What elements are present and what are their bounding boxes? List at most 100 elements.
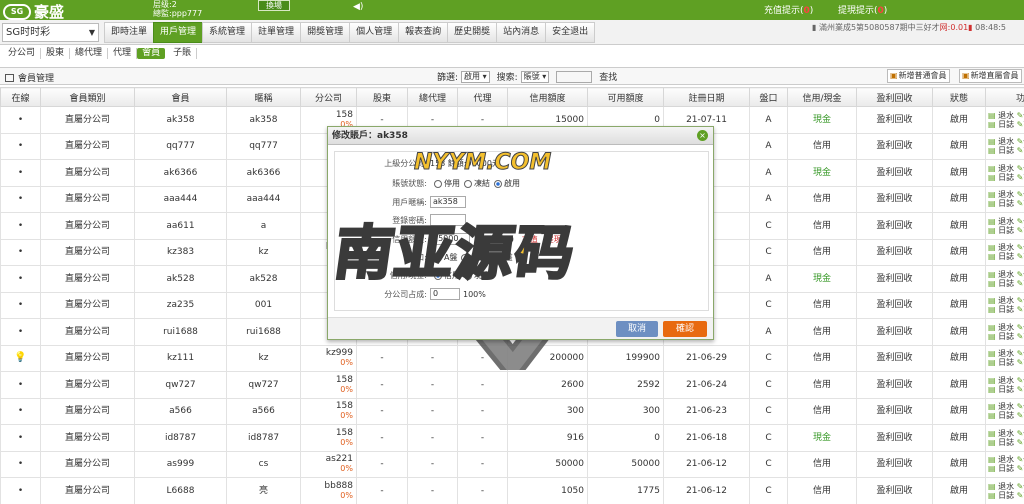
log-link[interactable]: 日誌 <box>998 332 1014 341</box>
subnav-item[interactable]: 分公司 <box>3 48 42 59</box>
account-status[interactable]: 啟用 <box>932 106 986 134</box>
rebate-link[interactable]: 退水 <box>998 296 1014 305</box>
member-account[interactable]: ak358 <box>134 106 227 134</box>
branch-name: 158 <box>335 109 353 120</box>
account-status[interactable]: 啟用 <box>932 159 986 187</box>
rebate-link[interactable]: 退水 <box>998 137 1014 146</box>
rebate-link[interactable]: 退水 <box>998 323 1014 332</box>
game-select[interactable]: SG时时彩 ▼ <box>2 23 99 42</box>
account-status[interactable]: 啟用 <box>932 371 986 399</box>
add-normal-member-button[interactable]: ▣ 新增普通會員 <box>887 69 950 83</box>
rebate-link[interactable]: 退水 <box>998 270 1014 279</box>
menu-item[interactable]: 站內消息 <box>496 22 547 43</box>
agent-level-cell: - <box>457 450 508 478</box>
menu-item[interactable]: 即時注單 <box>104 22 155 43</box>
member-account[interactable]: rui1688 <box>134 318 227 346</box>
account-status[interactable]: 啟用 <box>932 318 986 346</box>
log-link[interactable]: 日誌 <box>998 199 1014 208</box>
account-status[interactable]: 啟用 <box>932 185 986 213</box>
rebate-link[interactable]: 退水 <box>998 376 1014 385</box>
subnav-item[interactable]: 子賬 <box>168 48 198 59</box>
log-link[interactable]: 日誌 <box>998 464 1014 473</box>
member-account[interactable]: ak528 <box>134 265 227 293</box>
menu-item[interactable]: 安全退出 <box>545 22 596 43</box>
speaker-icon[interactable]: ◀) <box>353 2 363 12</box>
close-icon[interactable]: × <box>697 130 708 141</box>
account-status[interactable]: 啟用 <box>932 212 986 240</box>
menu-item[interactable]: 系統管理 <box>202 22 253 43</box>
account-status[interactable]: 啟用 <box>932 238 986 266</box>
member-account[interactable]: aaa444 <box>134 185 227 213</box>
search-type-select[interactable]: 賬號 ▾ <box>520 70 550 83</box>
account-status[interactable]: 啟用 <box>932 397 986 425</box>
search-input[interactable] <box>556 70 593 83</box>
member-account[interactable]: qw727 <box>134 371 227 399</box>
confirm-button[interactable]: 確認 <box>663 321 707 337</box>
rebate-link[interactable]: 退水 <box>998 429 1014 438</box>
status-frozen-radio[interactable] <box>464 179 472 188</box>
cancel-button[interactable]: 取消 <box>616 321 658 337</box>
rebate-link[interactable]: 退水 <box>998 190 1014 199</box>
rebate-link[interactable]: 退水 <box>998 349 1014 358</box>
switch-button[interactable]: 換場 <box>258 0 290 11</box>
rebate-icon: ▤ <box>988 163 999 173</box>
rebate-link[interactable]: 退水 <box>998 402 1014 411</box>
account-status[interactable]: 啟用 <box>932 291 986 319</box>
status-disabled-radio[interactable] <box>434 179 442 188</box>
member-account[interactable]: ak6366 <box>134 159 227 187</box>
log-link[interactable]: 日誌 <box>998 226 1014 235</box>
log-link[interactable]: 日誌 <box>998 146 1014 155</box>
account-status[interactable]: 啟用 <box>932 132 986 160</box>
log-link[interactable]: 日誌 <box>998 385 1014 394</box>
log-link[interactable]: 日誌 <box>998 358 1014 367</box>
edit-icon: ✎ <box>1014 375 1024 385</box>
rebate-link[interactable]: 退水 <box>998 243 1014 252</box>
log-link[interactable]: 日誌 <box>998 438 1014 447</box>
menu-item[interactable]: 歷史開獎 <box>447 22 498 43</box>
table-row: • 直屬分公司 qw727 qw727 158 0% - - -2600 2592 21-06-24… <box>0 371 1024 399</box>
menu-item[interactable]: 報表查詢 <box>398 22 449 43</box>
member-account[interactable]: kz383 <box>134 238 227 266</box>
filter-select[interactable]: 啟用 ▾ <box>461 70 490 83</box>
member-account[interactable]: as999 <box>134 450 227 478</box>
status-enabled-radio[interactable] <box>494 179 502 188</box>
log-link[interactable]: 日誌 <box>998 252 1014 261</box>
member-account[interactable]: id8787 <box>134 424 227 452</box>
rebate-link[interactable]: 退水 <box>998 164 1014 173</box>
withdraw-tip[interactable]: 提現提示(0) <box>838 3 887 16</box>
add-direct-member-button[interactable]: ▣ 新增直屬會員 <box>959 69 1022 83</box>
log-link[interactable]: 日誌 <box>998 491 1014 500</box>
log-link[interactable]: 日誌 <box>998 173 1014 182</box>
account-status[interactable]: 啟用 <box>932 344 986 372</box>
menu-item[interactable]: 註單管理 <box>251 22 302 43</box>
rebate-link[interactable]: 退水 <box>998 455 1014 464</box>
log-link[interactable]: 日誌 <box>998 305 1014 314</box>
member-account[interactable]: za235 <box>134 291 227 319</box>
menu-item[interactable]: 個人管理 <box>349 22 400 43</box>
log-link[interactable]: 日誌 <box>998 411 1014 420</box>
menu-item[interactable]: 開獎管理 <box>300 22 351 43</box>
account-status[interactable]: 啟用 <box>932 477 986 504</box>
subnav-item[interactable]: 代理 <box>108 48 138 59</box>
deposit-tip[interactable]: 充值提示(0) <box>764 3 813 16</box>
member-account[interactable]: L6688 <box>134 477 227 504</box>
account-status[interactable]: 啟用 <box>932 450 986 478</box>
rebate-link[interactable]: 退水 <box>998 217 1014 226</box>
profit-recovery: 盈利回收 <box>856 424 933 452</box>
log-link[interactable]: 日誌 <box>998 120 1014 129</box>
rebate-link[interactable]: 退水 <box>998 111 1014 120</box>
subnav-item[interactable]: 總代理 <box>70 48 109 59</box>
member-account[interactable]: qq777 <box>134 132 227 160</box>
subnav-item[interactable]: 會員 <box>137 48 166 59</box>
menu-item[interactable]: 用戶管理 <box>153 22 204 43</box>
rebate-link[interactable]: 退水 <box>998 482 1014 491</box>
subnav-item[interactable]: 股東 <box>41 48 71 59</box>
log-link[interactable]: 日誌 <box>998 279 1014 288</box>
account-status[interactable]: 啟用 <box>932 424 986 452</box>
member-account[interactable]: kz111 <box>134 344 227 372</box>
search-button[interactable]: 查找 <box>599 70 617 83</box>
account-status[interactable]: 啟用 <box>932 265 986 293</box>
member-account[interactable]: a566 <box>134 397 227 425</box>
member-account[interactable]: aa611 <box>134 212 227 240</box>
online-indicator: • <box>0 318 41 346</box>
